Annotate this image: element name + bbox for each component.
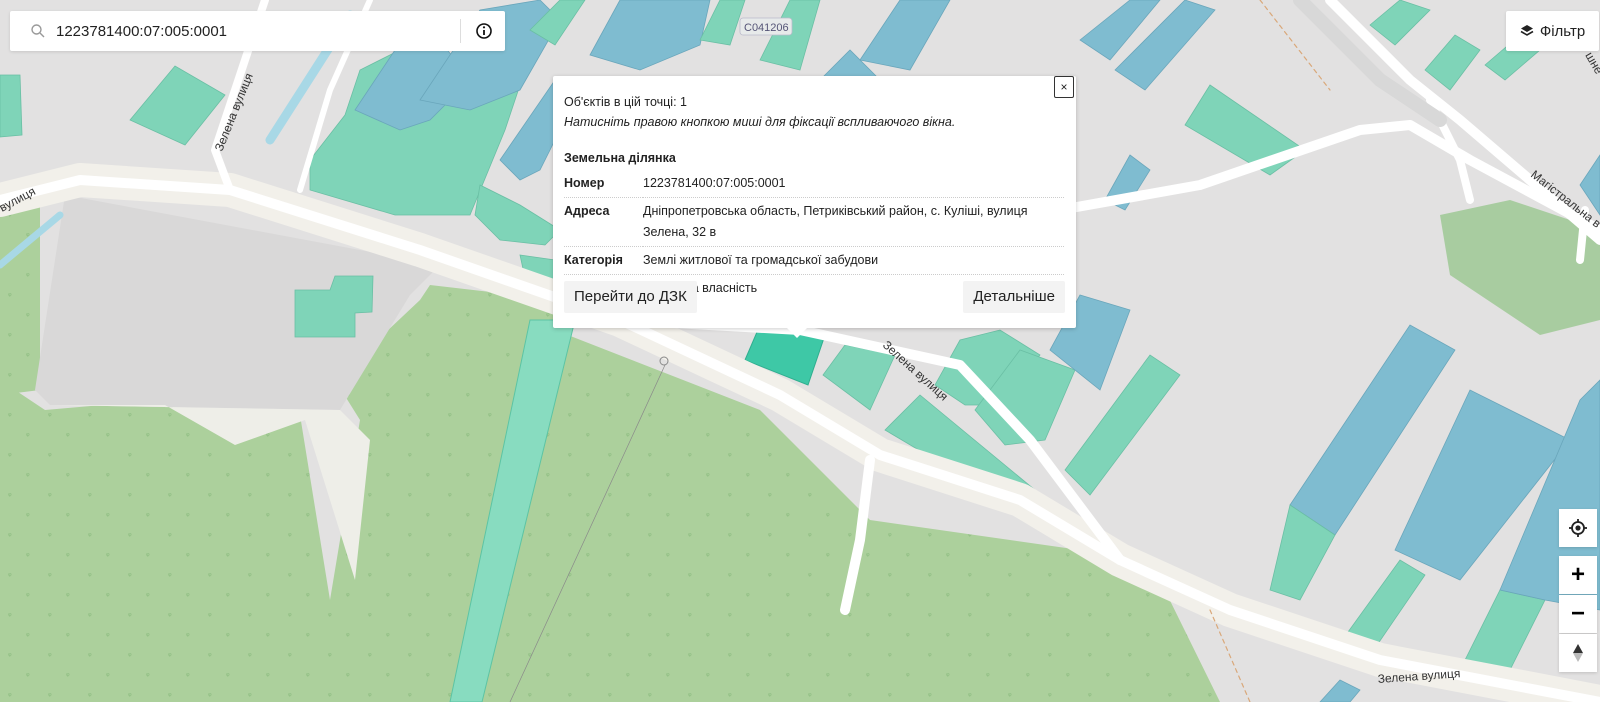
geolocate-icon: [1569, 519, 1587, 537]
filter-button[interactable]: Фільтр: [1506, 11, 1599, 51]
attribute-key: Категорія: [564, 246, 643, 275]
layers-icon: [1520, 25, 1534, 36]
attribute-value: 1223781400:07:005:0001: [643, 170, 1064, 198]
popup-close-button[interactable]: ×: [1054, 76, 1074, 98]
filter-label: Фільтр: [1539, 22, 1586, 40]
popup-title: Земельна ділянка: [564, 151, 676, 165]
popup-pointer: [787, 328, 807, 338]
attribute-key: Номер: [564, 170, 643, 198]
attribute-value: Землі житлової та громадської забудови: [643, 246, 1064, 275]
search-divider: [460, 19, 461, 43]
table-row: Категорія Землі житлової та громадської …: [564, 246, 1064, 275]
attribute-key: Адреса: [564, 197, 643, 247]
info-icon[interactable]: [472, 19, 496, 43]
zoom-out-button[interactable]: −: [1559, 595, 1597, 633]
popup-object-count: Об'єктів в цій точці: 1: [564, 95, 687, 109]
search-box: [10, 11, 505, 51]
compass-button[interactable]: [1559, 634, 1597, 672]
geolocate-button[interactable]: [1559, 509, 1597, 547]
popup-hint: Натисніть правою кнопкою миші для фіксац…: [564, 115, 956, 129]
search-icon: [31, 24, 45, 38]
attribute-value: Дніпропетровська область, Петриківський …: [643, 197, 1064, 247]
table-row: Адреса Дніпропетровська область, Петрикі…: [564, 197, 1064, 247]
zoom-in-label: +: [1570, 561, 1585, 588]
zoning-label: C041206: [744, 22, 789, 34]
compass-icon: [1573, 644, 1583, 662]
zoom-in-button[interactable]: +: [1559, 556, 1597, 594]
table-row: Номер 1223781400:07:005:0001: [564, 170, 1064, 198]
details-button[interactable]: Детальніше: [963, 281, 1065, 313]
search-input[interactable]: [56, 17, 456, 45]
parcel-popup: × Об'єктів в цій точці: 1 Натисніть прав…: [553, 76, 1076, 338]
go-to-dzk-button[interactable]: Перейти до ДЗК: [564, 281, 697, 313]
zoom-out-label: −: [1570, 600, 1585, 627]
